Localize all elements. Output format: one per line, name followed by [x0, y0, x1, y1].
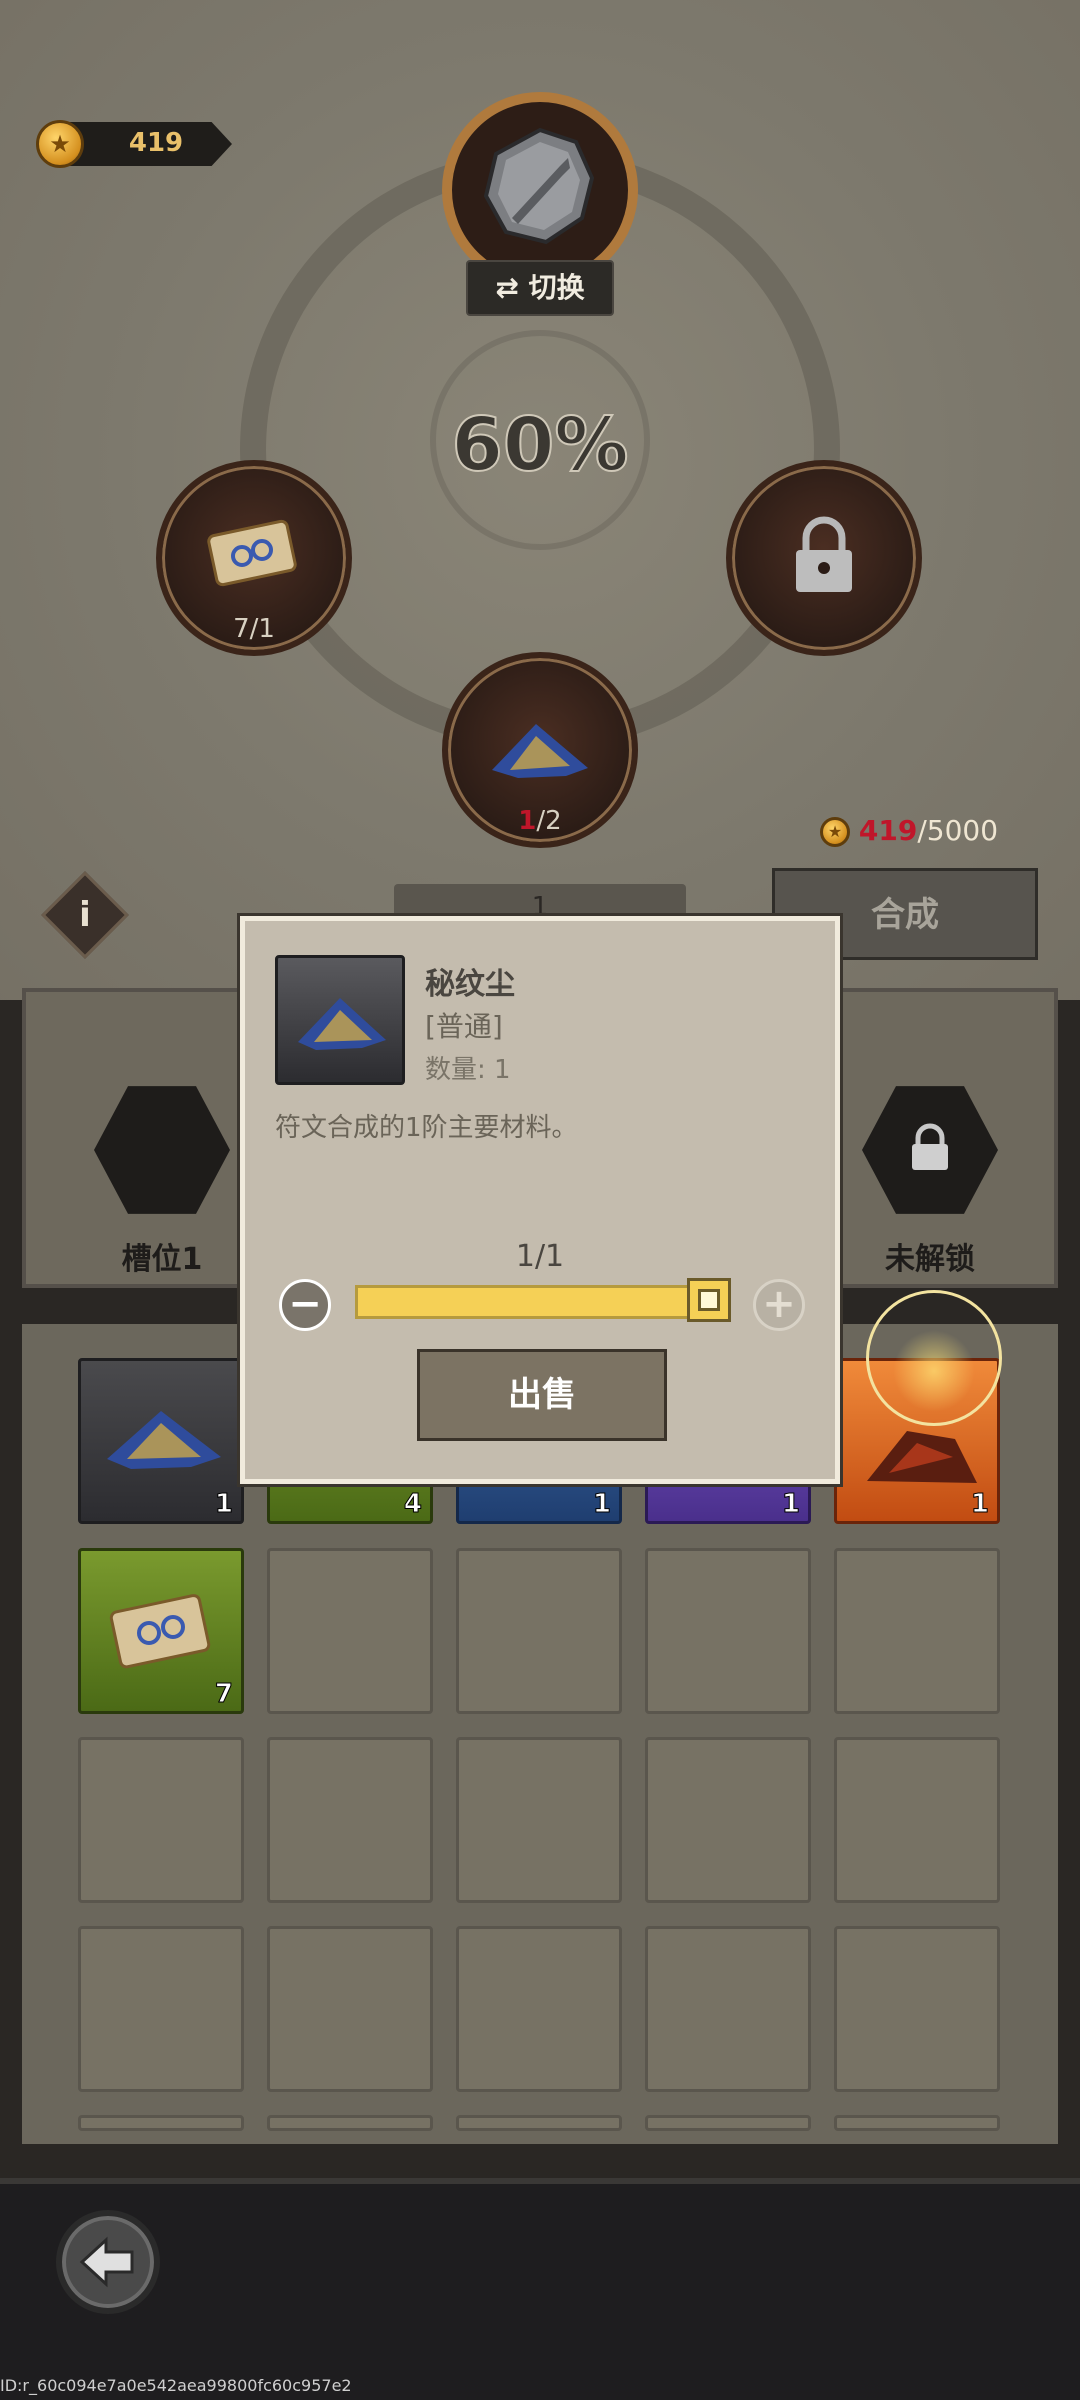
- inventory-empty-cell: [645, 1548, 811, 1714]
- item-icon-frame: [275, 955, 405, 1085]
- item-count: 7: [214, 1679, 233, 1710]
- inventory-empty-cell: [267, 1926, 433, 2092]
- item-description: 符文合成的1阶主要材料。: [275, 1113, 578, 1143]
- sword-rune-icon: [483, 127, 595, 245]
- switch-button[interactable]: ⇄ 切换: [466, 260, 614, 316]
- bottom-slot-count: 1/2: [518, 806, 562, 836]
- item-quantity: 数量: 1: [425, 1055, 511, 1085]
- coin-amount: 419: [128, 128, 184, 158]
- inventory-empty-cell: [78, 1737, 244, 1903]
- success-rate: 60%: [450, 401, 629, 489]
- lock-icon: [912, 1123, 948, 1170]
- bottom-bar: [0, 2178, 1080, 2400]
- inventory-item[interactable]: 1: [78, 1358, 244, 1524]
- info-icon: i: [79, 895, 91, 935]
- switch-label: 切换: [528, 271, 585, 304]
- tutorial-highlight: [866, 1290, 1002, 1426]
- ingredient-slot-bottom[interactable]: 1/2: [442, 652, 638, 848]
- sell-plus-button[interactable]: +: [753, 1279, 805, 1331]
- item-count: 1: [214, 1489, 233, 1520]
- sell-quantity-slider[interactable]: [355, 1285, 731, 1319]
- switch-icon: ⇄: [495, 271, 529, 304]
- cost-need: /5000: [917, 814, 999, 847]
- slider-handle[interactable]: [687, 1278, 731, 1322]
- inventory-empty-cell: [267, 1737, 433, 1903]
- rune-slot-locked-label: 未解锁: [885, 1242, 975, 1277]
- inventory-empty-cell: [834, 2115, 1000, 2131]
- cost-coin-icon: ★: [820, 817, 850, 847]
- coin-counter: ★ 419: [36, 120, 246, 168]
- coin-icon: ★: [36, 120, 84, 168]
- session-id: ID:r_60c094e7a0e542aea99800fc60c957e2: [0, 2376, 352, 2395]
- item-count: 1: [592, 1489, 611, 1520]
- craft-cost: ★ 419/5000: [820, 814, 1020, 850]
- ingredient-slot-right-locked[interactable]: [726, 460, 922, 656]
- inventory-empty-cell: [645, 1737, 811, 1903]
- inventory-empty-cell: [645, 1926, 811, 2092]
- back-button[interactable]: [56, 2210, 160, 2314]
- lock-icon: [796, 516, 852, 592]
- rune-dust-icon: [298, 998, 386, 1050]
- inventory-empty-cell: [267, 1548, 433, 1714]
- inventory-empty-cell: [78, 2115, 244, 2131]
- inventory-empty-cell: [456, 1926, 622, 2092]
- inventory-empty-cell: [456, 1548, 622, 1714]
- inventory-empty-cell: [267, 2115, 433, 2131]
- inventory-empty-cell: [78, 1926, 244, 2092]
- inventory-empty-cell: [834, 1926, 1000, 2092]
- inventory-empty-cell: [834, 1548, 1000, 1714]
- item-name: 秘纹尘: [425, 967, 515, 1002]
- item-detail-dialog: 秘纹尘 [普通] 数量: 1 符文合成的1阶主要材料。 1/1 − + 出售: [240, 916, 840, 1484]
- back-arrow-icon: [79, 2236, 134, 2288]
- sell-count: 1/1: [515, 1239, 565, 1274]
- inventory-empty-cell: [645, 2115, 811, 2131]
- inventory-empty-cell: [834, 1737, 1000, 1903]
- inventory-empty-cell: [456, 1737, 622, 1903]
- rune-slot-1[interactable]: [94, 1086, 230, 1214]
- item-count: 4: [403, 1489, 422, 1520]
- inventory-item[interactable]: 7: [78, 1548, 244, 1714]
- item-count: 1: [970, 1489, 989, 1520]
- inventory-empty-cell: [456, 2115, 622, 2131]
- item-count: 1: [781, 1489, 800, 1520]
- sell-minus-button[interactable]: −: [279, 1279, 331, 1331]
- rune-slot-1-label: 槽位1: [121, 1242, 203, 1277]
- ingredient-slot-left[interactable]: 7/1: [156, 460, 352, 656]
- left-slot-count: 7/1: [233, 614, 275, 644]
- main-rune-slot[interactable]: [442, 92, 638, 288]
- item-rarity: [普通]: [425, 1010, 503, 1043]
- sell-button[interactable]: 出售: [417, 1349, 667, 1441]
- cost-have: 419: [858, 814, 918, 847]
